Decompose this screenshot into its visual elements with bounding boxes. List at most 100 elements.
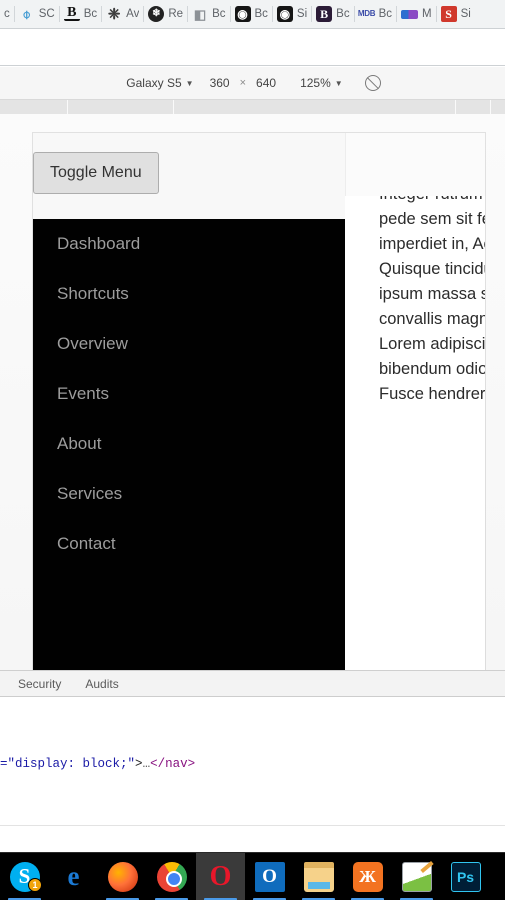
xampp-icon: Ж [352,861,383,892]
outlook-icon: O [254,861,285,892]
bookmark-label: Av [126,8,140,20]
emulated-page-frame: Toggle Menu ··· ··· Dashboard Shortcuts Ov… [33,133,485,670]
taskbar-item-skype[interactable]: S1 [0,853,49,900]
bookmark-label: Si [460,8,471,20]
zoom-level-label: 125% [300,76,331,90]
zoom-selector[interactable]: 125% ▼ [280,76,355,90]
throttling-toggle[interactable] [355,75,391,91]
code-attr-equals: = [0,757,8,771]
elements-code-line[interactable]: ="display: block;">…</nav> [0,757,195,772]
bookmark-item[interactable]: ◉ Si [273,0,311,28]
cloud-icon: ⌽ [22,6,31,22]
ruler-tick [455,100,456,114]
device-emulation-toolbar: Galaxy S5 ▼ 360 × 640 125% ▼ [0,67,505,100]
device-selector[interactable]: Galaxy S5 ▼ [114,76,205,90]
bookmark-item[interactable]: ◧ Bc [188,0,229,28]
nav-link-label[interactable]: Dashboard [57,234,140,253]
bookmark-item[interactable]: c [0,0,14,28]
bookmark-item[interactable]: ◉ Bc [231,0,272,28]
nav-link-label[interactable]: Services [57,484,122,503]
toggle-menu-button[interactable]: Toggle Menu [33,152,159,194]
taskbar-item-photoshop[interactable]: Ps [441,853,490,900]
device-viewport-area: Toggle Menu ··· ··· Dashboard Shortcuts Ov… [0,114,505,670]
screen-root: c ⌽ SC B Bc ❈ Av ❄ Re ◧ Bc ◉ Bc ◉ Si B Bc MDB Bc M S Si Galax… [0,0,505,900]
bookmark-item[interactable]: S Si [437,0,475,28]
viewport-width-value: 360 [209,76,230,90]
bookmark-label: Re [168,8,184,20]
dimension-separator-icon: × [239,77,247,89]
photoshop-icon: Ps [450,861,481,892]
taskbar-item-edge[interactable]: e [49,853,98,900]
mdb-icon: MDB [357,9,376,18]
nav-item-dashboard[interactable]: Dashboard [33,219,345,269]
bold-b-icon: B [63,6,80,21]
bookmark-item[interactable]: B Bc [312,0,353,28]
bookmark-label: Si [296,8,308,20]
eye-dark-icon: ◉ [234,6,251,22]
viewport-ruler [0,100,505,114]
bookmarks-bar: c ⌽ SC B Bc ❈ Av ❄ Re ◧ Bc ◉ Bc ◉ Si B Bc MDB Bc M S Si [0,0,505,29]
code-attr-value: "display: block;" [7,757,136,771]
opera-icon: O [209,860,232,892]
notification-badge: 1 [28,877,42,892]
taskbar-item-editor[interactable] [392,853,441,900]
ruler-tick [173,100,174,114]
code-ellipsis[interactable]: … [143,757,151,771]
nav-item-shortcuts[interactable]: Shortcuts [33,269,345,319]
snowflake-dark-icon: ❄ [148,6,165,22]
bookmark-item[interactable]: ⌽ SC [15,0,59,28]
no-throttling-icon [364,75,381,91]
bookmark-item[interactable]: ❄ Re [144,0,187,28]
bookmark-label: Bc [336,8,350,20]
nav-item-about[interactable]: About [33,419,345,469]
bookmark-label: Bc [254,8,268,20]
code-close-tag: </nav> [150,757,196,771]
bookmark-item[interactable]: M [397,0,436,28]
nav-item-services[interactable]: Services [33,469,345,519]
browser-blank-strip [0,30,505,66]
viewport-width-input[interactable]: 360 [206,76,234,90]
bookmark-item[interactable]: B Bc [60,0,101,28]
editor-icon [401,861,432,892]
taskbar-item-xampp[interactable]: Ж [343,853,392,900]
viewport-height-input[interactable]: 640 [252,76,280,90]
code-gt: > [135,757,143,771]
nav-item-events[interactable]: Events [33,369,345,419]
nav-link-label[interactable]: Shortcuts [57,284,129,303]
nav-link-label[interactable]: About [57,434,101,453]
bookmark-label: Bc [378,8,392,20]
page-document-icon: ◧ [193,6,207,22]
devtools-tab-audits[interactable]: Audits [73,671,130,697]
devtools-panel-body: ="display: block;">…</nav> [0,697,505,852]
bookmark-label: M [422,8,432,20]
nav-link-label[interactable]: Contact [57,534,116,553]
taskbar-item-explorer[interactable] [294,853,343,900]
devtools-tab-strip: Security Audits [0,670,505,697]
taskbar-item-opera[interactable]: O [196,852,245,900]
chevron-down-icon: ▼ [334,78,343,88]
taskbar-item-outlook[interactable]: O [245,853,294,900]
collapsible-nav-panel: Dashboard Shortcuts Overview Events About Ser… [33,219,345,670]
lorem-paragraph: Integer rutrum ante ultricies, lacus ped… [379,196,485,403]
taskbar-item-chrome[interactable] [147,853,196,900]
nav-link-label[interactable]: Overview [57,334,128,353]
device-name-label: Galaxy S5 [126,76,182,90]
bookmark-item[interactable]: ❈ Av [102,0,143,28]
taskbar-item-firefox[interactable] [98,853,147,900]
nav-link-label[interactable]: Events [57,384,109,403]
page-body-content: Integer rutrum ante ultricies, lacus ped… [345,196,485,670]
devtools-tab-security[interactable]: Security [6,671,73,697]
chevron-down-icon: ▼ [185,78,194,88]
nav-item-overview[interactable]: Overview [33,319,345,369]
bookmark-item[interactable]: MDB Bc [355,0,396,28]
bookmark-label: Bc [83,8,98,20]
ruler-tick [67,100,68,114]
eye-dark-icon: ◉ [276,6,293,22]
bookmark-label: c [4,8,10,20]
bookmark-label: SC [38,8,55,20]
s-red-icon: S [440,6,457,22]
edge-icon: e [67,861,80,891]
viewport-height-value: 640 [256,76,277,90]
nav-item-contact[interactable]: Contact [33,519,345,569]
bookmark-label: Bc [212,8,226,20]
